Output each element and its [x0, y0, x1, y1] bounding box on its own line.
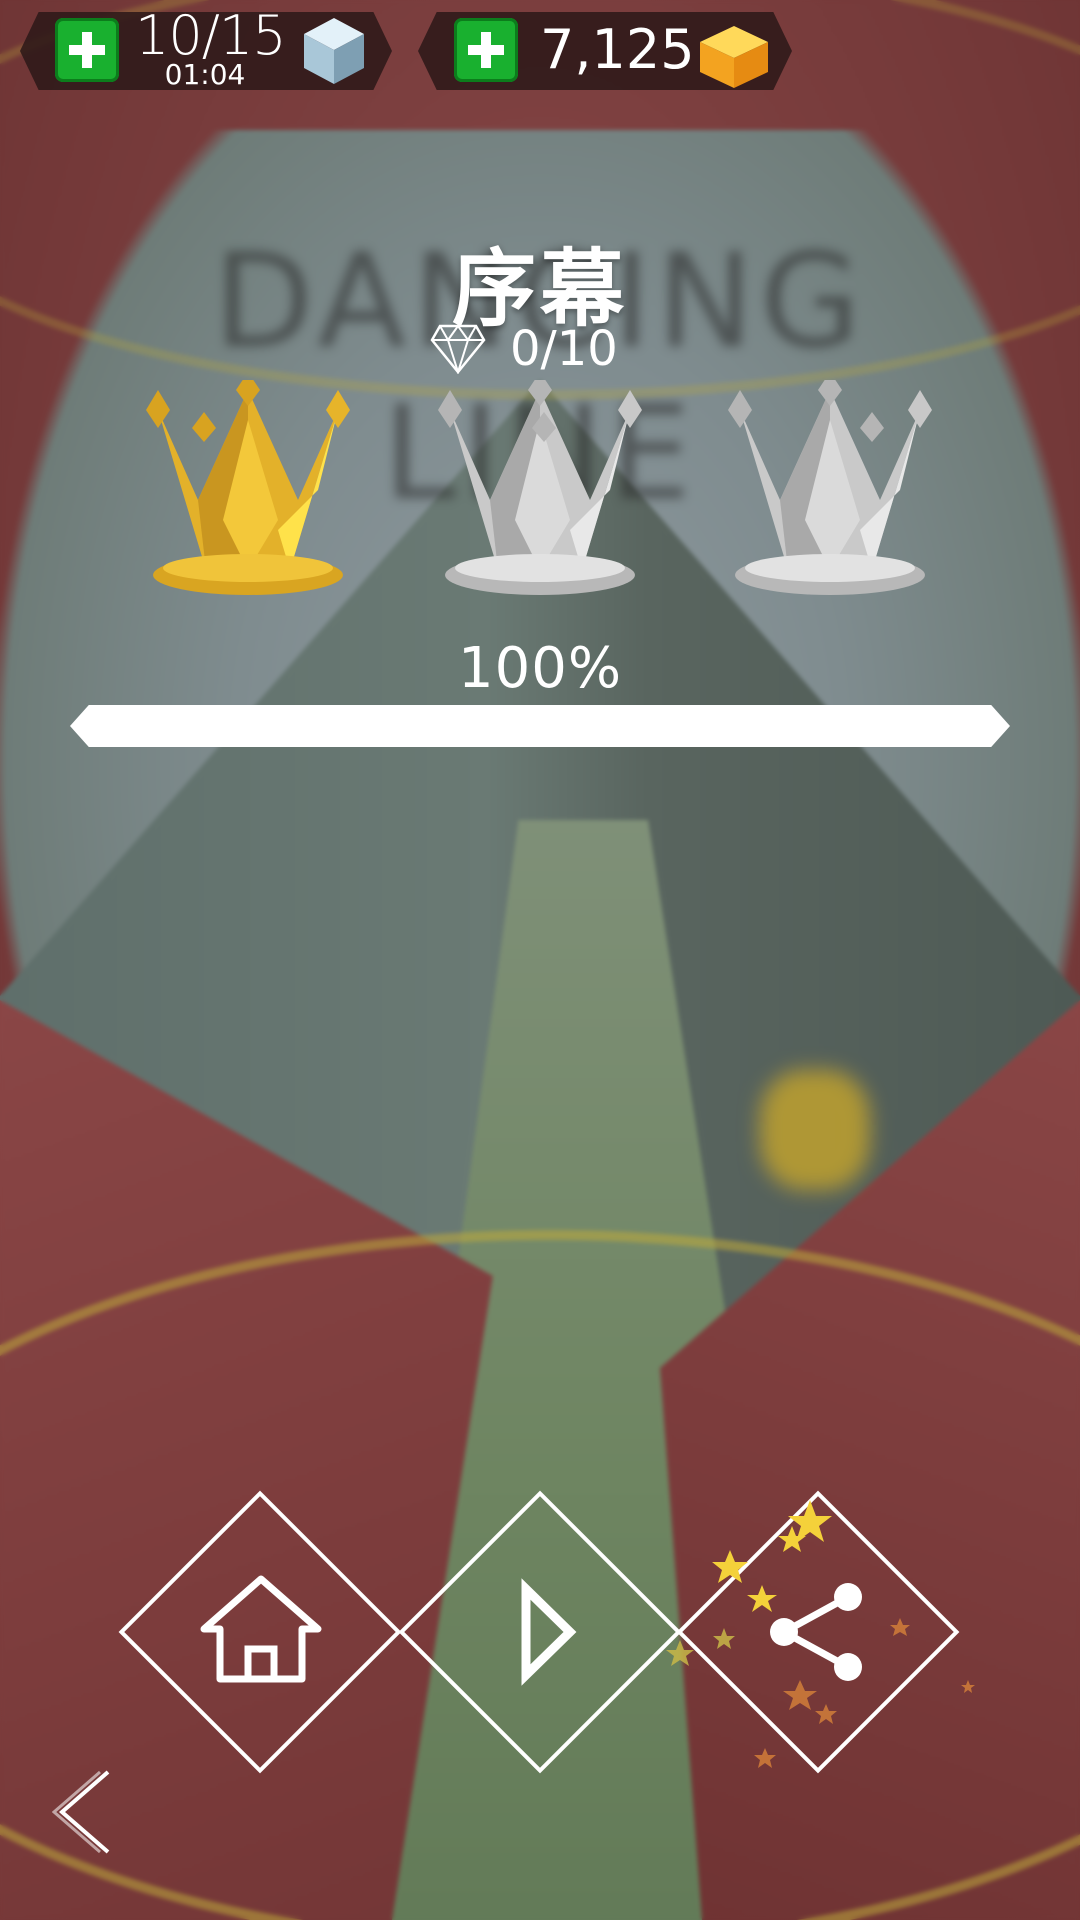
progress-bar — [70, 705, 1010, 747]
gem-icon — [700, 26, 768, 88]
add-coins-button[interactable] — [454, 18, 518, 82]
lives-count: 10/15 — [135, 4, 287, 67]
diamond-count: 0/10 — [510, 321, 618, 377]
home-icon — [200, 1575, 322, 1683]
play-icon — [521, 1578, 577, 1686]
lives-timer: 01:04 — [164, 58, 246, 91]
add-lives-button[interactable] — [55, 18, 119, 82]
sparkle-stars — [666, 1500, 975, 1768]
crown-1 — [146, 380, 350, 595]
coins-count: 7,125 — [540, 18, 695, 81]
progress-bar-fill — [70, 705, 1010, 747]
crown-2 — [438, 380, 642, 595]
progress-percent: 100% — [457, 636, 623, 701]
cube-icon — [304, 18, 364, 84]
chevron-left-icon[interactable] — [52, 1768, 122, 1858]
diamond-icon — [430, 324, 486, 374]
crown-3 — [728, 380, 932, 595]
